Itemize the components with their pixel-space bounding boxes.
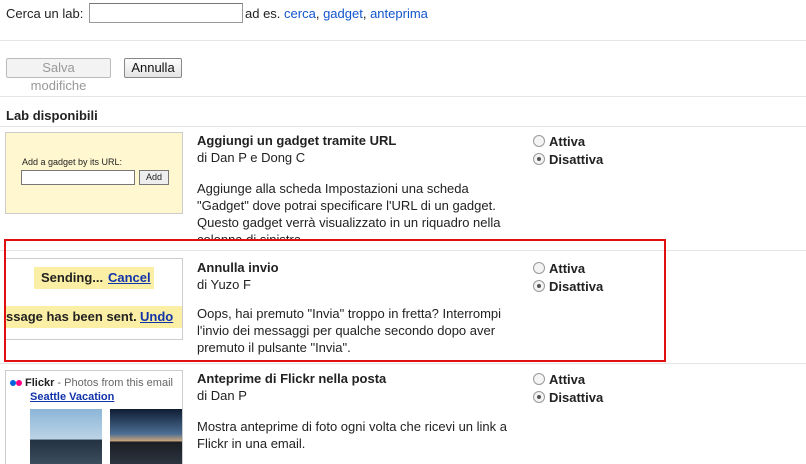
lab-title: Aggiungi un gadget tramite URL (197, 133, 397, 148)
flickr-logo: Flickr - Photos from this email (10, 377, 173, 389)
radio-label: Attiva (549, 134, 586, 149)
lab-description: Aggiunge alla scheda Impostazioni una sc… (197, 181, 501, 240)
lab-title: Anteprime di Flickr nella posta (197, 371, 387, 386)
lab-preview-gadget: Add a gadget by its URL: Add (5, 132, 183, 214)
search-input[interactable] (89, 3, 243, 23)
flickr-photo-thumbnail (110, 409, 182, 464)
cancel-button[interactable]: Annulla (124, 58, 182, 78)
flickr-brand: Flickr (25, 377, 55, 389)
preview-gadget-label: Add a gadget by its URL: (22, 157, 123, 167)
example-link-gadget[interactable]: gadget (323, 6, 363, 21)
lab-author: di Dan P (197, 388, 247, 403)
search-examples: ad es. cerca, gadget, anteprima (245, 6, 428, 21)
preview-url-field (21, 170, 135, 185)
highlight-box (4, 239, 666, 362)
divider (0, 40, 806, 41)
save-changes-button[interactable]: Salva modifiche (6, 58, 111, 93)
radio-disable[interactable]: Disattiva (533, 152, 603, 167)
flickr-subtitle: - Photos from this email (57, 377, 173, 389)
example-link-anteprima[interactable]: anteprima (370, 6, 428, 21)
example-link-cerca[interactable]: cerca (284, 6, 316, 21)
radio-enable[interactable]: Attiva (533, 372, 585, 387)
flickr-photo-thumbnail (30, 409, 102, 464)
radio-button[interactable] (533, 135, 545, 147)
radio-disable[interactable]: Disattiva (533, 390, 603, 405)
divider (0, 126, 806, 127)
divider (0, 96, 806, 97)
radio-label: Disattiva (549, 390, 604, 405)
example-prefix: ad es. (245, 6, 281, 21)
flickr-album-link: Seattle Vacation (30, 391, 115, 403)
radio-button-selected[interactable] (533, 153, 545, 165)
radio-label: Attiva (549, 372, 586, 387)
flickr-dot-icon (16, 380, 22, 386)
divider (0, 363, 806, 364)
lab-description: Mostra anteprime di foto ogni volta che … (197, 419, 507, 451)
preview-add-button: Add (139, 170, 169, 185)
lab-preview-flickr: Flickr - Photos from this email Seattle … (5, 370, 183, 464)
search-label: Cerca un lab: (6, 6, 84, 21)
radio-button[interactable] (533, 373, 545, 385)
section-title: Lab disponibili (6, 108, 98, 123)
lab-author: di Dan P e Dong C (197, 150, 306, 165)
radio-label: Disattiva (549, 152, 604, 167)
radio-enable[interactable]: Attiva (533, 134, 585, 149)
radio-button-selected[interactable] (533, 391, 545, 403)
